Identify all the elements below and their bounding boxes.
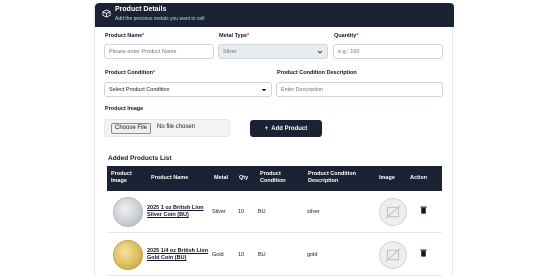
table-row: 2025 1/4 oz British Lion Gold Coin (BU) … [107,234,442,276]
col-image: Image [379,175,395,181]
metal-cell: Silver [212,209,226,215]
table-header: Product Image Product Name Metal Qty Pro… [107,166,442,191]
file-upload: Choose File No file chosen [104,119,230,137]
description-cell: gold [307,252,318,258]
product-details-card: Product Details Add the precious metals … [94,3,454,276]
condition-select[interactable]: Select Product Condition [104,82,272,97]
product-name-label: Product Name* [105,33,145,39]
no-file-text: No file chosen [157,124,196,130]
image-thumbnail [379,241,407,269]
product-image-label: Product Image [105,106,144,112]
col-metal: Metal [214,175,229,181]
condition-cell: BU [258,209,266,215]
metal-type-select[interactable]: Silver [218,44,328,59]
description-cell: silver [307,209,320,215]
cube-icon [102,9,111,18]
col-product-image: Product Image [111,171,132,184]
col-product-name: Product Name [151,175,189,181]
chevron-down-icon [317,50,323,54]
col-condition-description: Product Condition Description [308,171,356,184]
condition-label: Product Condition* [105,70,156,76]
condition-description-input[interactable]: Enter Description [276,82,443,97]
card-title: Product Details [115,6,167,13]
quantity-label: Quantity* [334,33,359,39]
col-action: Action [410,175,428,181]
card-header: Product Details Add the precious metals … [95,3,454,27]
qty-cell: 10 [238,252,245,258]
card-subtitle: Add the precious metals you want to sell [115,16,205,22]
coin-image [113,240,143,270]
table-row: 2025 1 oz British Lion Silver Coin (BU) … [107,191,442,233]
metal-type-label: Metal Type* [219,33,250,39]
add-product-button[interactable]: + Add Product [250,120,322,137]
quantity-input[interactable]: e.g.: 100 [333,44,443,59]
trash-icon[interactable] [420,249,427,257]
image-thumbnail [379,198,407,226]
add-product-label: Add Product [271,125,308,132]
trash-icon[interactable] [420,206,427,214]
col-qty: Qty [239,175,249,181]
condition-cell: BU [258,252,266,258]
coin-image [113,197,143,227]
added-products-title: Added Products List [108,155,172,162]
product-name-link[interactable]: 2025 1 oz British Lion Silver Coin (BU) [147,205,211,219]
product-name-input[interactable]: Please enter Product Name [104,44,214,59]
product-name-link[interactable]: 2025 1/4 oz British Lion Gold Coin (BU) [147,248,211,262]
metal-cell: Gold [212,252,224,258]
plus-icon: + [264,125,269,132]
qty-cell: 10 [238,209,245,215]
no-image-icon [385,248,401,262]
no-image-icon [385,205,401,219]
chevron-down-icon [261,88,267,92]
col-condition: Product Condition [260,171,286,184]
condition-description-label: Product Condition Description [277,70,357,76]
choose-file-button[interactable]: Choose File [111,123,152,134]
